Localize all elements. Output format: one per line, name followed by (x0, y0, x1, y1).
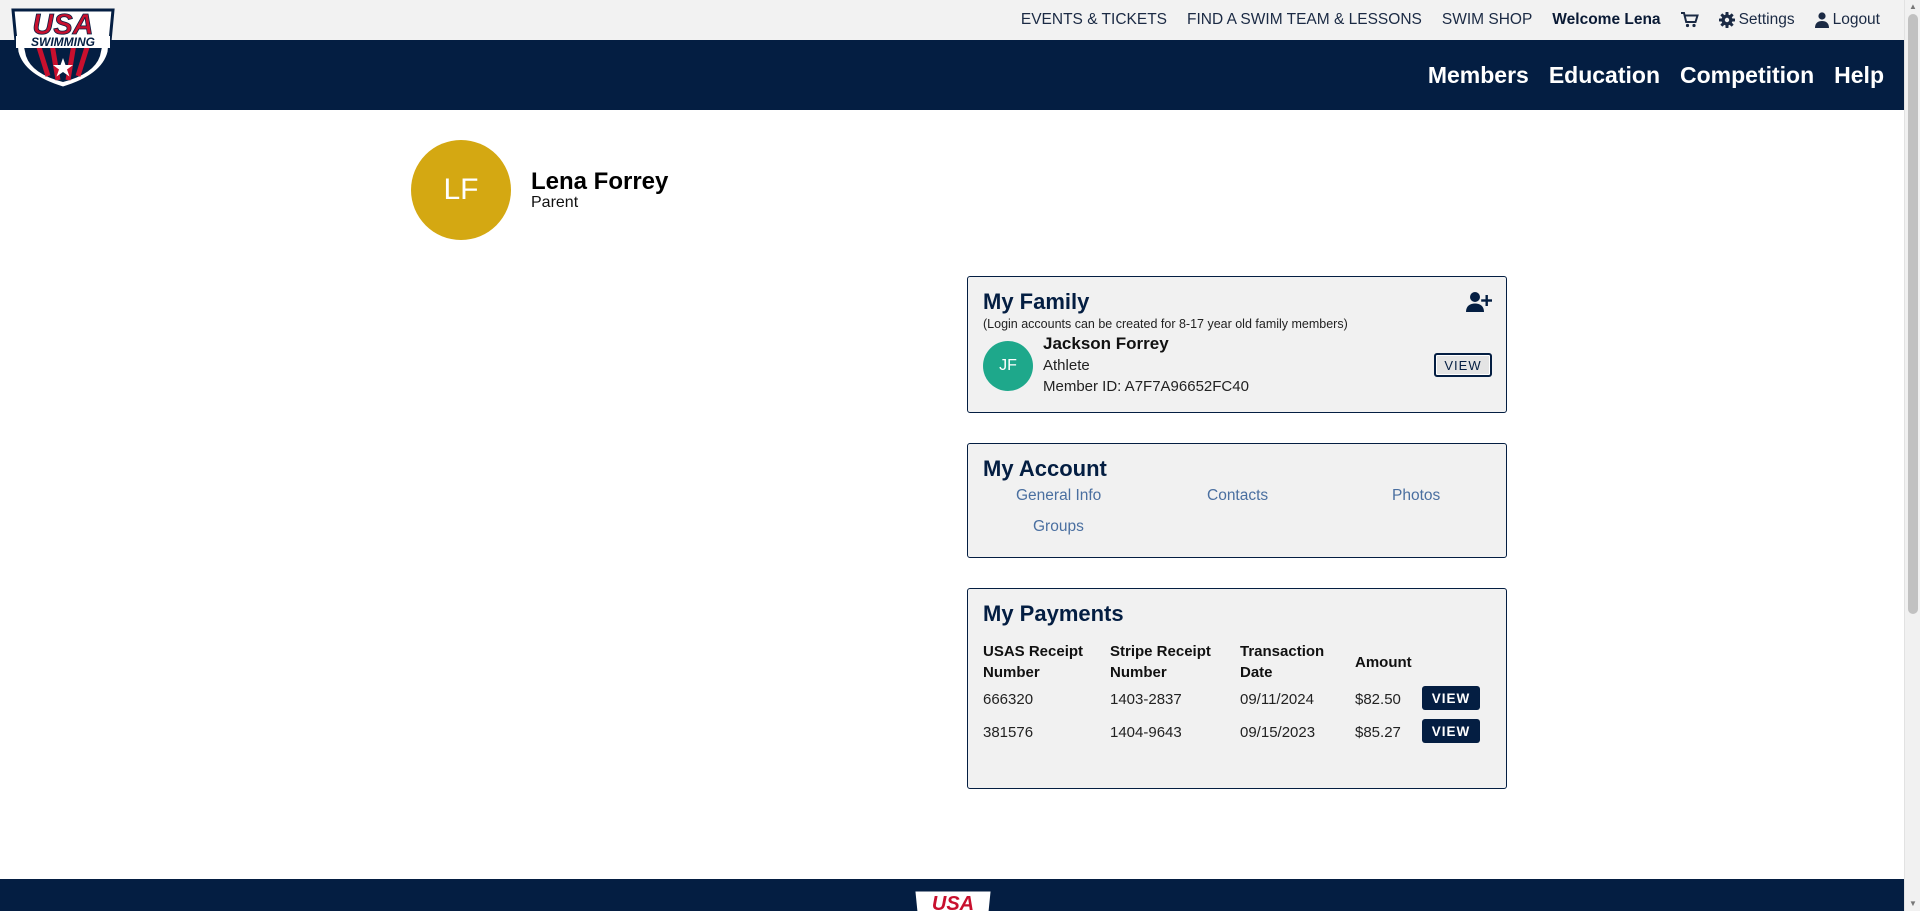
payment-usas-receipt: 666320 (983, 691, 1034, 708)
nav-education[interactable]: Education (1549, 62, 1660, 89)
nav-items: Members Education Competition Help (1428, 40, 1884, 110)
usa-swimming-logo[interactable]: USA SWIMMING (8, 4, 118, 90)
find-swim-team-link[interactable]: FIND A SWIM TEAM & LESSONS (1187, 11, 1422, 29)
payment-usas-receipt: 381576 (983, 724, 1034, 741)
profile-role: Parent (531, 194, 579, 211)
utility-bar: EVENTS & TICKETS FIND A SWIM TEAM & LESS… (0, 0, 1904, 40)
view-payment-button[interactable]: VIEW (1422, 719, 1480, 743)
column-header-usas-receipt: USAS Receipt Number (983, 641, 1083, 683)
family-member-avatar: JF (983, 341, 1033, 391)
payment-stripe-receipt: 1403-2837 (1110, 691, 1182, 708)
nav-members[interactable]: Members (1428, 62, 1529, 89)
scroll-thumb[interactable] (1908, 14, 1918, 614)
nav-help[interactable]: Help (1834, 62, 1884, 89)
payment-amount: $85.27 (1355, 724, 1401, 741)
column-header-date-line2: Date (1240, 664, 1273, 681)
user-icon (1814, 12, 1829, 28)
family-note: (Login accounts can be created for 8-17 … (983, 317, 1348, 331)
photos-link[interactable]: Photos (1392, 487, 1440, 505)
column-header-date-line1: Transaction (1240, 643, 1325, 660)
column-header-usas-line1: USAS Receipt (983, 643, 1084, 660)
page-scrollbar[interactable]: ▲ ▼ (1904, 0, 1920, 911)
general-info-link[interactable]: General Info (1016, 487, 1101, 505)
logo-swimming-text: SWIMMING (31, 35, 95, 49)
logout-link[interactable]: Logout (1814, 11, 1880, 29)
gear-icon (1718, 12, 1735, 28)
my-family-card: My Family (Login accounts can be created… (967, 276, 1507, 413)
payment-amount: $82.50 (1355, 691, 1401, 708)
logout-label: Logout (1832, 11, 1880, 28)
cart-icon (1680, 12, 1699, 28)
column-header-usas-line2: Number (983, 664, 1040, 681)
profile-avatar: LF (411, 140, 511, 240)
scroll-down-arrow[interactable]: ▼ (1908, 899, 1918, 909)
family-member-name: Jackson Forrey (1043, 334, 1169, 353)
utility-links: EVENTS & TICKETS FIND A SWIM TEAM & LESS… (1021, 0, 1880, 40)
payment-transaction-date: 09/15/2023 (1240, 724, 1316, 741)
cart-button[interactable] (1680, 12, 1699, 28)
my-payments-card: My Payments USAS Receipt Number Stripe R… (967, 588, 1507, 789)
view-family-member-button[interactable]: VIEW (1434, 353, 1492, 377)
contacts-link[interactable]: Contacts (1207, 487, 1268, 505)
swim-shop-link[interactable]: SWIM SHOP (1442, 11, 1532, 29)
settings-label: Settings (1738, 11, 1795, 28)
payment-transaction-date: 09/11/2024 (1240, 691, 1314, 708)
scroll-up-arrow[interactable]: ▲ (1908, 2, 1918, 12)
my-family-title: My Family (983, 289, 1090, 314)
footer-logo-usa-text: USA (932, 893, 974, 911)
events-tickets-link[interactable]: EVENTS & TICKETS (1021, 11, 1167, 29)
view-payment-button[interactable]: VIEW (1422, 686, 1480, 710)
main-nav: Members Education Competition Help (0, 40, 1904, 110)
family-member-id: Member ID: A7F7A96652FC40 (1043, 378, 1249, 395)
profile-name: Lena Forrey (531, 168, 669, 195)
payment-stripe-receipt: 1404-9643 (1110, 724, 1182, 741)
column-header-stripe-line1: Stripe Receipt (1110, 643, 1211, 660)
footer-usa-swimming-logo[interactable]: USA (913, 888, 993, 911)
groups-link[interactable]: Groups (1033, 518, 1084, 536)
add-user-icon[interactable] (1466, 291, 1492, 313)
family-member-role: Athlete (1043, 357, 1090, 374)
nav-competition[interactable]: Competition (1680, 62, 1814, 89)
column-header-transaction-date: Transaction Date (1240, 641, 1324, 683)
welcome-text: Welcome Lena (1552, 11, 1661, 28)
column-header-stripe-receipt: Stripe Receipt Number (1110, 641, 1211, 683)
footer: USA (0, 879, 1904, 911)
my-account-card: My Account General Info Contacts Photos … (967, 443, 1507, 558)
column-header-stripe-line2: Number (1110, 664, 1167, 681)
settings-link[interactable]: Settings (1718, 11, 1795, 29)
my-account-title: My Account (983, 456, 1107, 481)
column-header-amount: Amount (1355, 654, 1412, 671)
my-payments-title: My Payments (983, 601, 1124, 626)
